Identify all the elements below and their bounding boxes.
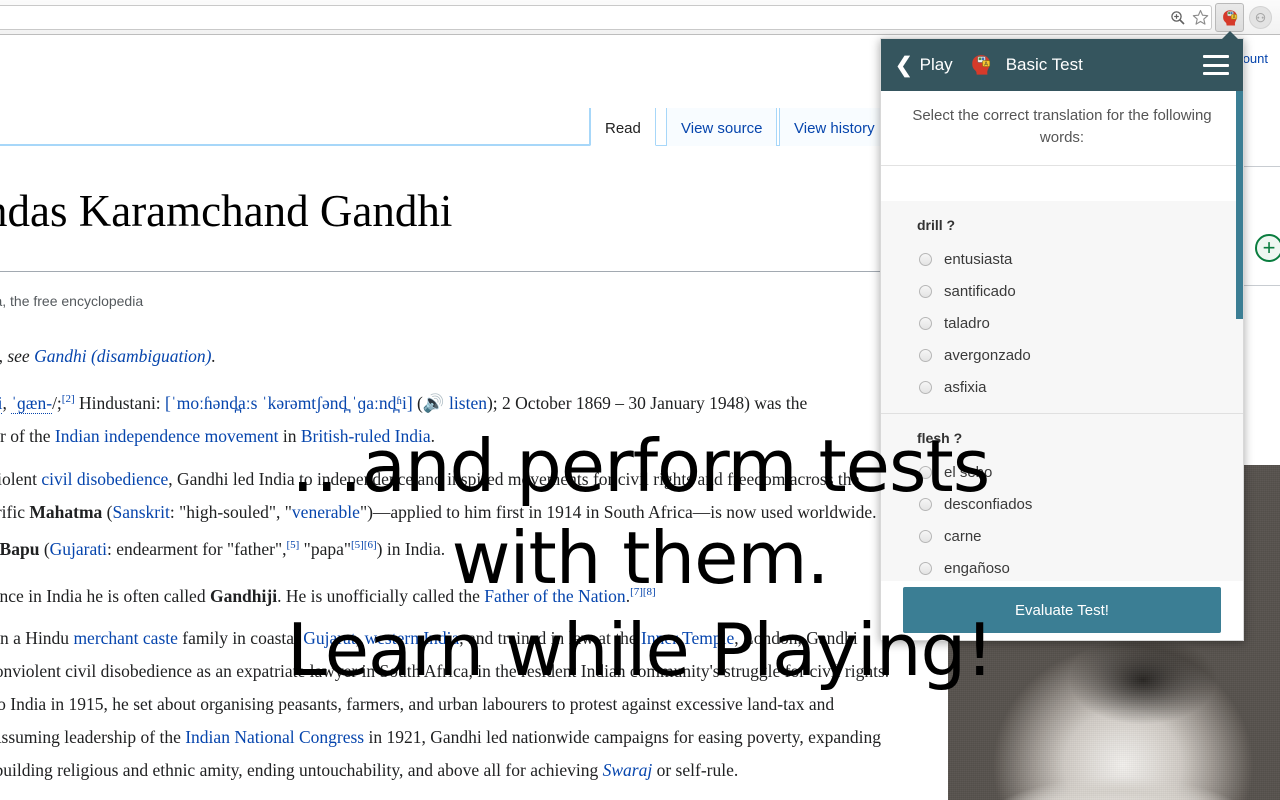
option-label: el sebo: [944, 463, 993, 481]
tab-view-history[interactable]: View history: [779, 108, 890, 146]
extension-button[interactable]: A: [1215, 3, 1244, 32]
title-divider: [0, 271, 880, 272]
radio-button[interactable]: [919, 561, 932, 575]
option-label: taladro: [944, 314, 990, 332]
option-row[interactable]: carne: [881, 520, 1243, 552]
hamburger-menu-icon[interactable]: [1203, 55, 1229, 75]
tab-view-source[interactable]: View source: [666, 108, 778, 146]
address-bar[interactable]: [0, 5, 1212, 30]
radio-button[interactable]: [919, 380, 932, 394]
radio-button[interactable]: [919, 497, 932, 511]
radio-button[interactable]: [919, 348, 932, 362]
link-father-of-nation[interactable]: Father of the Nation: [484, 585, 625, 605]
popup-pointer: [1222, 31, 1238, 39]
option-label: entusiasta: [944, 250, 1013, 268]
screen: A ⚇ Not logged in Create account Read Vi…: [0, 0, 1280, 800]
ref-5b[interactable]: [5][6]: [351, 539, 377, 551]
link-sanskrit[interactable]: Sanskrit: [112, 502, 169, 522]
article-body: e. For other uses, see Gandhi (disambigu…: [0, 340, 890, 800]
option-label: desconfiados: [944, 495, 1033, 513]
question-word: drill ?: [917, 217, 956, 233]
option-row[interactable]: el sebo: [881, 456, 1243, 488]
ref-5[interactable]: [5]: [286, 539, 299, 551]
option-row[interactable]: santificado: [881, 275, 1243, 307]
brain-translate-icon: A: [1222, 9, 1237, 26]
tab-bar-filler: [0, 108, 590, 145]
hatnote: e. For other uses, see Gandhi (disambigu…: [0, 340, 890, 373]
option-row[interactable]: avergonzado: [881, 339, 1243, 371]
ipa-link[interactable]: [ˈmoːɦənd̪aːs ˈkərəmtʃənd̪ ˈɡaːnd̪ʱi]: [165, 393, 413, 413]
svg-text:A: A: [1232, 14, 1235, 19]
link-indian-independence[interactable]: Indian independence movement: [55, 426, 279, 446]
bookmark-star-icon[interactable]: [1189, 6, 1212, 29]
article-paragraph-4: Born and raised in a Hindu merchant cast…: [0, 628, 890, 781]
option-row[interactable]: desconfiados: [881, 488, 1243, 520]
article-paragraph-1: Gandhi (/ˈɡɑːndi, ˈɡæn-/;[2] Hindustani:…: [0, 383, 890, 453]
link-venerable[interactable]: venerable: [292, 502, 360, 522]
zoom-icon[interactable]: [1166, 6, 1189, 29]
option-label: santificado: [944, 282, 1016, 300]
rail-divider-bottom: [1240, 285, 1280, 286]
ref-2[interactable]: [2]: [62, 393, 75, 405]
popup-question-list: drill ? entusiasta santificado taladro a…: [881, 201, 1243, 581]
popup-header: ❮ Play A Basic Test: [881, 39, 1243, 91]
option-label: engañoso: [944, 559, 1010, 577]
popup-instructions: Select the correct translation for the f…: [881, 91, 1243, 166]
option-label: asfixia: [944, 378, 987, 396]
option-row[interactable]: taladro: [881, 307, 1243, 339]
link-inner-temple[interactable]: Inner Temple: [641, 628, 734, 648]
right-rail: [1240, 83, 1280, 201]
popup-scrollbar[interactable]: [1236, 91, 1243, 640]
link-gujarat[interactable]: Gujarat: [303, 628, 355, 648]
link-merchant-caste[interactable]: merchant caste: [73, 628, 177, 648]
link-western-india[interactable]: western India: [365, 628, 460, 648]
link-inc[interactable]: Indian National Congress: [185, 727, 364, 747]
profile-icon[interactable]: ⚇: [1249, 6, 1272, 29]
link-british-raj[interactable]: British-ruled India: [301, 426, 431, 446]
svg-text:A: A: [984, 61, 988, 67]
radio-button[interactable]: [919, 252, 932, 266]
hatnote-text: e. For other uses, see: [0, 346, 30, 366]
evaluate-test-button[interactable]: Evaluate Test!: [903, 587, 1221, 633]
question-block: drill ? entusiasta santificado taladro a…: [881, 201, 1243, 413]
option-label: carne: [944, 527, 982, 545]
plus-circle-icon[interactable]: +: [1255, 234, 1280, 262]
rail-divider-top: [1240, 166, 1280, 167]
option-row[interactable]: asfixia: [881, 371, 1243, 403]
question-block: flesh ? el sebo desconfiados carne engañ…: [881, 413, 1243, 581]
option-label: avergonzado: [944, 346, 1031, 364]
hatnote-link[interactable]: Gandhi (disambiguation): [34, 346, 211, 366]
popup-back-label[interactable]: Play: [920, 55, 953, 75]
extension-popup: ❮ Play A Basic Test Select the correct t…: [880, 38, 1244, 641]
radio-button[interactable]: [919, 465, 932, 479]
browser-toolbar: A ⚇: [0, 0, 1280, 35]
chevron-left-icon[interactable]: ❮: [895, 55, 913, 76]
option-row[interactable]: entusiasta: [881, 243, 1243, 275]
link-civil-disobedience[interactable]: civil disobedience: [41, 469, 168, 489]
article-paragraph-2: Employing nonviolent civil disobedience,…: [0, 468, 877, 559]
question-word: flesh ?: [917, 430, 963, 446]
tab-read[interactable]: Read: [590, 108, 656, 146]
listen-link[interactable]: listen: [449, 393, 487, 413]
radio-button[interactable]: [919, 316, 932, 330]
radio-button[interactable]: [919, 529, 932, 543]
article-paragraph-3: In common parlance in India he is often …: [0, 585, 656, 606]
popup-title: Basic Test: [1005, 55, 1083, 74]
page-title: Mohandas Karamchand Gandhi: [0, 186, 453, 236]
option-row[interactable]: engañoso: [881, 552, 1243, 581]
link-gujarati[interactable]: Gujarati: [50, 539, 107, 559]
brain-translate-icon: A: [967, 51, 995, 79]
popup-scrollbar-thumb[interactable]: [1236, 91, 1243, 319]
ref-7[interactable]: [7][8]: [630, 586, 656, 598]
link-swaraj[interactable]: Swaraj: [603, 760, 653, 780]
popup-footer: Evaluate Test!: [881, 581, 1243, 640]
profile-glyph: ⚇: [1255, 10, 1266, 25]
radio-button[interactable]: [919, 284, 932, 298]
site-tagline: From Wikipedia, the free encyclopedia: [0, 293, 144, 309]
